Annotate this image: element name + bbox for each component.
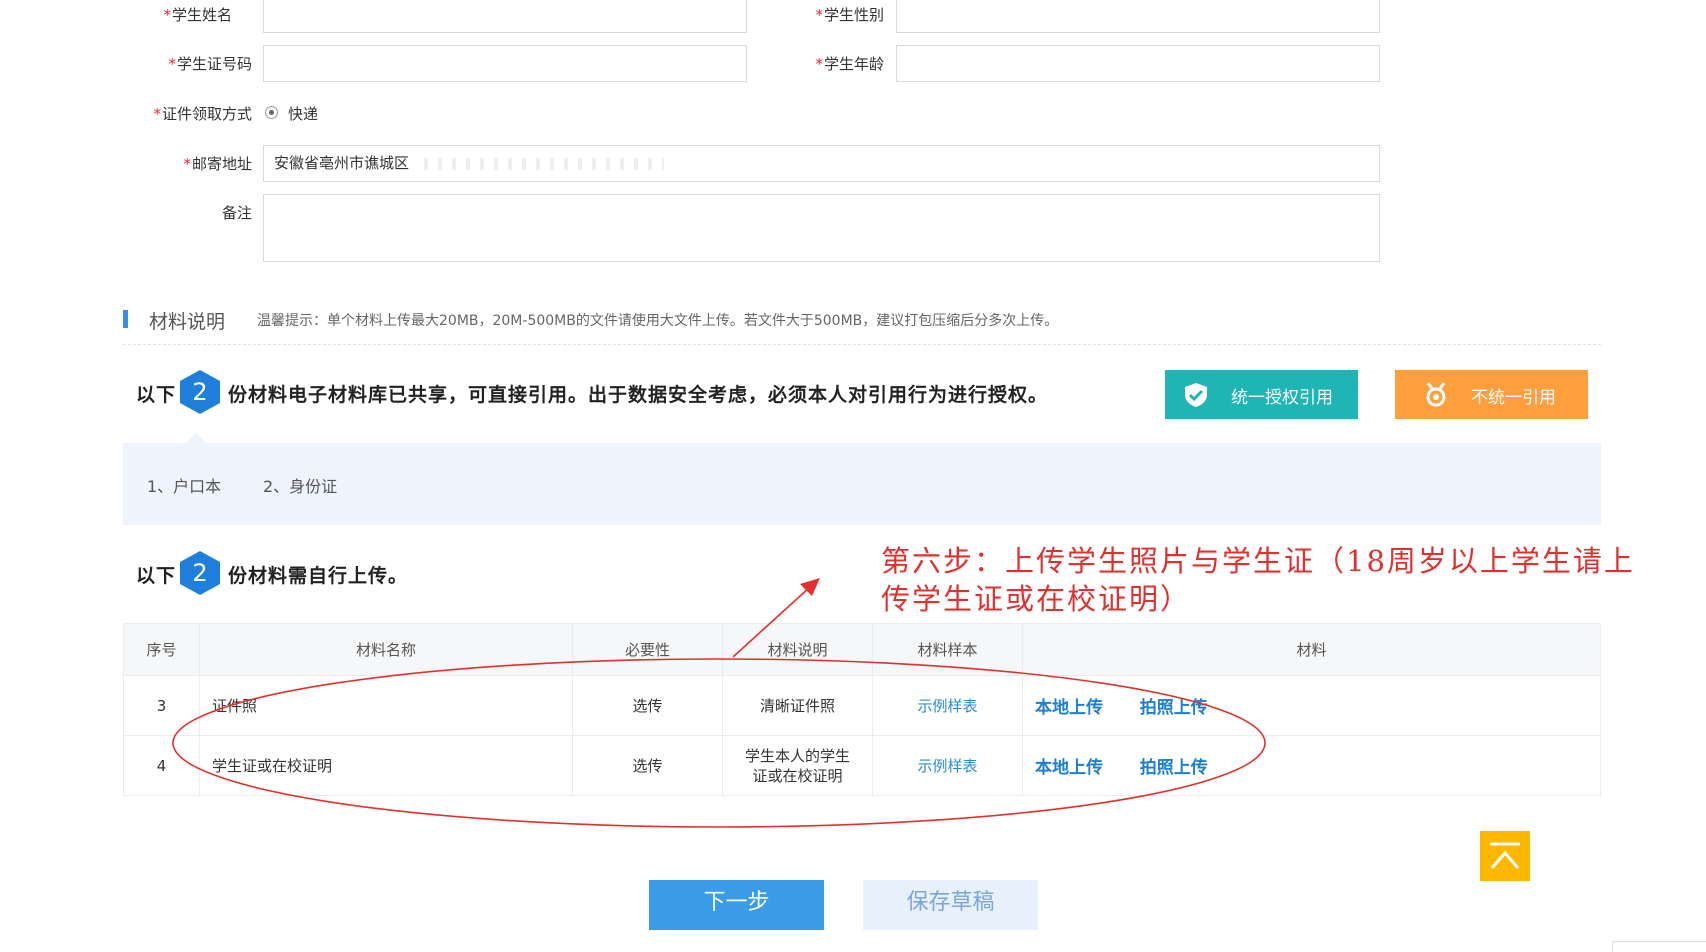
next-step-button[interactable]: 下一步: [649, 880, 824, 930]
back-to-top-icon: [1490, 842, 1520, 869]
annotation-overlay: [172, 578, 1266, 828]
annotation-text: 第六步：上传学生照片与学生证（18周岁以上学生请上 传学生证或在校证明）: [881, 542, 1635, 618]
corner-fragment: [1612, 941, 1706, 952]
back-to-top-button[interactable]: [1480, 831, 1530, 881]
annotation-line-1: 第六步：上传学生照片与学生证（18周岁以上学生请上: [881, 544, 1635, 578]
annotation-line-2: 传学生证或在校证明）: [881, 582, 1192, 616]
annotation-arrow-line: [732, 586, 811, 658]
save-draft-button[interactable]: 保存草稿: [863, 880, 1038, 930]
annotation-ellipse: [172, 658, 1266, 828]
